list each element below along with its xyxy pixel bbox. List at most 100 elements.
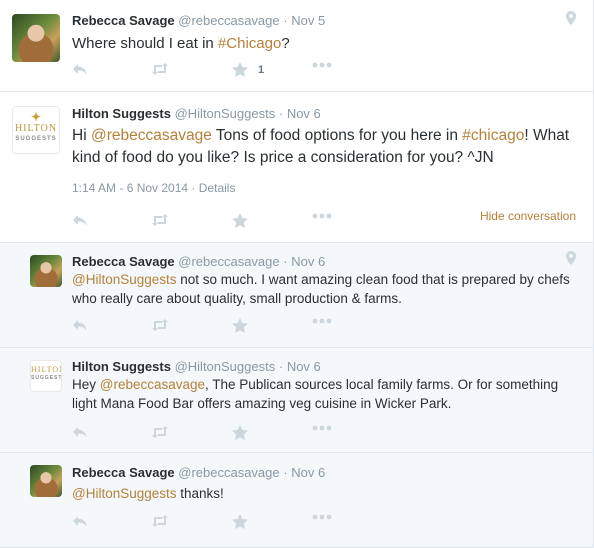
- favorite-icon: [232, 62, 248, 77]
- text-part: Tons of food options for you here in: [211, 127, 463, 144]
- tweet-rebecca-1[interactable]: Rebecca Savage @rebeccasavage · Nov 5 Wh…: [0, 0, 593, 92]
- hashtag-link[interactable]: #chicago: [462, 127, 524, 144]
- more-button[interactable]: [312, 425, 332, 431]
- tweet-time[interactable]: Nov 6: [287, 359, 321, 374]
- avatar-rebecca[interactable]: [30, 255, 62, 287]
- reply-button[interactable]: [72, 425, 88, 439]
- reply-button[interactable]: [72, 318, 88, 332]
- author-handle[interactable]: @HiltonSuggests: [175, 359, 276, 374]
- retweet-button[interactable]: [150, 62, 170, 76]
- text-part: thanks!: [176, 486, 224, 501]
- tweet-actions: [72, 318, 352, 334]
- tweet-header: Rebecca Savage @rebeccasavage · Nov 5: [72, 13, 325, 28]
- favorite-button[interactable]: [232, 514, 248, 529]
- more-button[interactable]: [312, 62, 332, 68]
- text-part: Hi: [72, 127, 91, 144]
- avatar-hilton[interactable]: HILTON SUGGESTS: [30, 360, 62, 392]
- author-name[interactable]: Rebecca Savage: [72, 465, 175, 480]
- favorite-button[interactable]: [232, 318, 248, 333]
- favorite-count: 1: [258, 63, 265, 76]
- reply-icon: [73, 516, 87, 527]
- author-name[interactable]: Rebecca Savage: [72, 254, 175, 269]
- tweet-rebecca-reply[interactable]: Rebecca Savage @rebeccasavage · Nov 6 @H…: [0, 243, 593, 348]
- hashtag-link[interactable]: #Chicago: [218, 35, 281, 52]
- mention-link[interactable]: @rebeccasavage: [91, 127, 212, 144]
- hilton-logo-word: HILTON: [14, 123, 58, 134]
- favorite-button[interactable]: 1: [232, 62, 264, 77]
- tweet-actions: [72, 213, 352, 229]
- retweet-icon: [152, 426, 168, 438]
- hilton-logo-sub: SUGGESTS: [31, 375, 61, 381]
- retweet-button[interactable]: [150, 425, 170, 439]
- more-icon: [312, 213, 332, 219]
- conversation-timeline: Rebecca Savage @rebeccasavage · Nov 5 Wh…: [0, 0, 594, 548]
- more-icon: [312, 62, 332, 68]
- tweet-text: Hi @rebeccasavage Tons of food options f…: [72, 125, 577, 169]
- text-part: Hey: [72, 377, 100, 392]
- reply-icon: [73, 215, 87, 226]
- full-timestamp[interactable]: 1:14 AM - 6 Nov 2014: [72, 181, 188, 195]
- favorite-icon: [232, 318, 248, 333]
- details-link[interactable]: Details: [199, 181, 236, 195]
- mention-link[interactable]: @rebeccasavage: [100, 377, 205, 392]
- hilton-logo: HILTON SUGGESTS: [31, 365, 61, 382]
- author-handle[interactable]: @rebeccasavage: [178, 465, 279, 480]
- tweet-time[interactable]: Nov 6: [291, 254, 325, 269]
- separator: ·: [278, 359, 284, 374]
- favorite-icon: [232, 514, 248, 529]
- tweet-text: @HiltonSuggests thanks!: [72, 484, 572, 503]
- tweet-time[interactable]: Nov 6: [287, 106, 321, 121]
- tweet-time[interactable]: Nov 6: [291, 465, 325, 480]
- favorite-icon: [232, 425, 248, 440]
- tweet-actions: 1: [72, 62, 352, 78]
- more-button[interactable]: [312, 318, 332, 324]
- retweet-icon: [152, 63, 168, 75]
- favorite-button[interactable]: [232, 425, 248, 440]
- hide-conversation-link[interactable]: Hide conversation: [480, 209, 576, 223]
- favorite-icon: [232, 213, 248, 228]
- author-handle[interactable]: @rebeccasavage: [178, 254, 279, 269]
- retweet-icon: [152, 515, 168, 527]
- mention-link[interactable]: @HiltonSuggests: [72, 486, 177, 501]
- retweet-button[interactable]: [150, 318, 170, 332]
- more-icon: [312, 318, 332, 324]
- tweet-hilton-focused[interactable]: ✦ HILTON SUGGESTS Hilton Suggests @Hilto…: [0, 92, 593, 243]
- author-handle[interactable]: @HiltonSuggests: [175, 106, 276, 121]
- author-handle[interactable]: @rebeccasavage: [178, 13, 279, 28]
- text-part: Where should I eat in: [72, 35, 218, 52]
- more-button[interactable]: [312, 213, 332, 219]
- reply-button[interactable]: [72, 62, 88, 76]
- separator: ·: [191, 181, 196, 195]
- tweet-hilton-reply[interactable]: HILTON SUGGESTS Hilton Suggests @HiltonS…: [0, 348, 593, 453]
- hilton-logo-sub: SUGGESTS: [15, 136, 57, 142]
- retweet-icon: [152, 214, 168, 226]
- reply-icon: [73, 427, 87, 438]
- retweet-button[interactable]: [150, 514, 170, 528]
- tweet-header: Rebecca Savage @rebeccasavage · Nov 6: [72, 254, 325, 269]
- retweet-icon: [152, 319, 168, 331]
- more-button[interactable]: [312, 514, 332, 520]
- geo-pin-icon[interactable]: [566, 251, 576, 265]
- author-name[interactable]: Hilton Suggests: [72, 106, 171, 121]
- avatar-hilton[interactable]: ✦ HILTON SUGGESTS: [12, 106, 60, 154]
- tweet-actions: [72, 514, 352, 530]
- retweet-button[interactable]: [150, 213, 170, 227]
- mention-link[interactable]: @HiltonSuggests: [72, 272, 177, 287]
- author-name[interactable]: Rebecca Savage: [72, 13, 175, 28]
- text-part: ?: [281, 35, 290, 52]
- author-name[interactable]: Hilton Suggests: [72, 359, 171, 374]
- reply-button[interactable]: [72, 514, 88, 528]
- tweet-header: Rebecca Savage @rebeccasavage · Nov 6: [72, 465, 325, 480]
- avatar-rebecca[interactable]: [12, 14, 60, 62]
- hilton-logo-word: HILTON: [31, 365, 61, 374]
- reply-button[interactable]: [72, 213, 88, 227]
- favorite-button[interactable]: [232, 213, 248, 228]
- avatar-rebecca[interactable]: [30, 465, 62, 497]
- separator: ·: [283, 254, 288, 269]
- tweet-text: @HiltonSuggests not so much. I want amaz…: [72, 270, 577, 308]
- more-icon: [312, 514, 332, 520]
- tweet-rebecca-reply-2[interactable]: Rebecca Savage @rebeccasavage · Nov 6 @H…: [0, 453, 593, 548]
- more-icon: [312, 425, 332, 431]
- tweet-time[interactable]: Nov 5: [291, 13, 325, 28]
- geo-pin-icon[interactable]: [566, 11, 576, 25]
